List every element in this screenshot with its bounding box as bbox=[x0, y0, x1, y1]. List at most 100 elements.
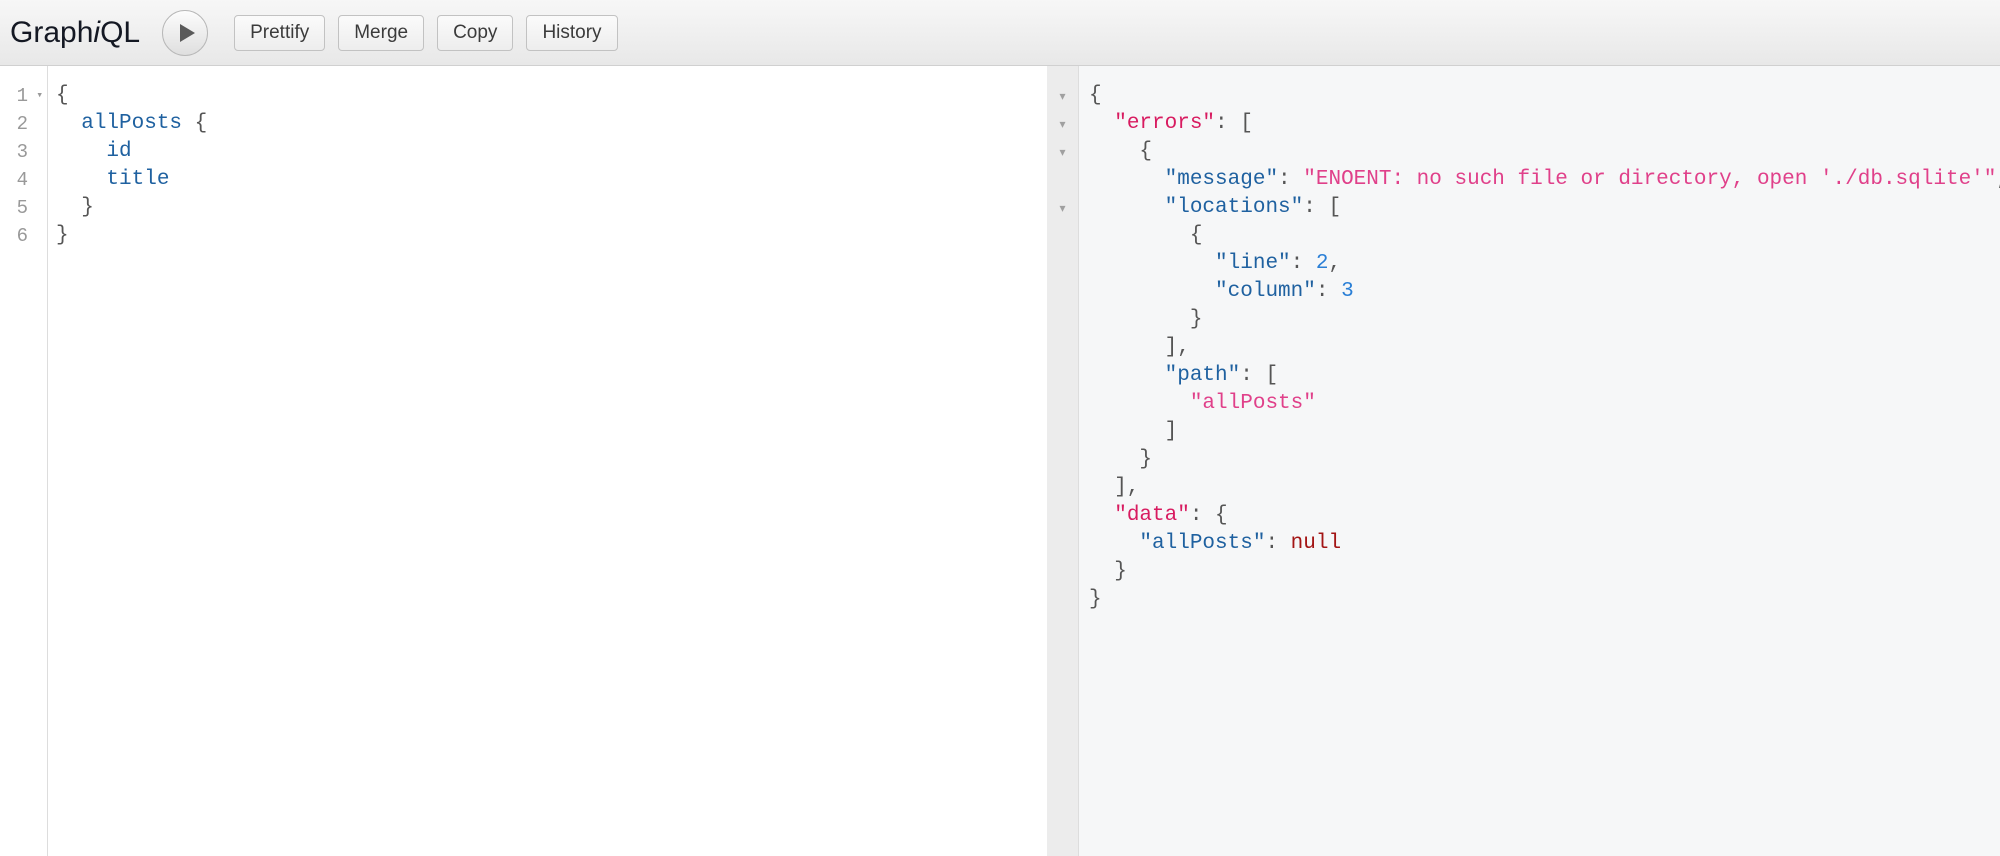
result-token-p: : [ bbox=[1303, 196, 1342, 219]
result-fold-chevron-down-icon[interactable]: ▾ bbox=[1047, 138, 1078, 166]
query-code-line: allPosts { bbox=[56, 110, 1025, 138]
result-token-p bbox=[1089, 196, 1165, 219]
result-code-line: "line": 2, bbox=[1089, 250, 2000, 278]
result-token-p bbox=[1089, 252, 1215, 275]
result-token-k-nest: "line" bbox=[1215, 252, 1291, 275]
result-token-k-nest: "message" bbox=[1164, 168, 1279, 191]
query-line-number: 6 bbox=[16, 225, 28, 247]
result-code-line: "message": "ENOENT: no such file or dire… bbox=[1089, 166, 2000, 194]
result-token-p bbox=[1089, 112, 1114, 135]
result-code-line: "allPosts" bbox=[1089, 390, 2000, 418]
query-code-line: } bbox=[56, 194, 1025, 222]
result-code-line: "data": { bbox=[1089, 502, 2000, 530]
result-code-line: ], bbox=[1089, 474, 2000, 502]
result-fold-spacer bbox=[1047, 502, 1078, 530]
result-code-line: ], bbox=[1089, 334, 2000, 362]
query-field-name: title bbox=[106, 168, 170, 191]
result-code-line: ] bbox=[1089, 418, 2000, 446]
result-fold-spacer bbox=[1047, 446, 1078, 474]
result-fold-gutter[interactable]: ▾ ▾ ▾ ▾ bbox=[1047, 66, 1079, 856]
result-token-p: : [ bbox=[1215, 112, 1253, 135]
result-fold-spacer bbox=[1047, 278, 1078, 306]
query-line-number: 2 bbox=[16, 113, 28, 135]
result-code-line: { bbox=[1089, 138, 2000, 166]
result-token-p: } bbox=[1089, 448, 1153, 471]
result-code-line: } bbox=[1089, 446, 2000, 474]
result-token-p: } bbox=[1089, 560, 1127, 583]
execute-query-button[interactable] bbox=[162, 9, 209, 56]
result-fold-spacer bbox=[1047, 418, 1078, 446]
merge-button[interactable]: Merge bbox=[338, 14, 425, 51]
editor-result-split: 1 ▾ 2 3 4 5 6 { allPosts { id title }} ▾ ▾ ▾ ▾ {… bbox=[0, 66, 2000, 856]
result-fold-chevron-down-icon[interactable]: ▾ bbox=[1047, 194, 1078, 222]
result-token-p: : [ bbox=[1240, 364, 1279, 387]
result-token-v-num: 2 bbox=[1315, 252, 1329, 275]
result-token-p: ] bbox=[1089, 420, 1178, 443]
result-fold-spacer bbox=[1047, 390, 1078, 418]
query-code-line: id bbox=[56, 138, 1025, 166]
result-token-p: } bbox=[1089, 308, 1203, 331]
result-token-p: { bbox=[1089, 224, 1203, 247]
result-fold-spacer bbox=[1047, 586, 1078, 614]
query-line-number-gutter: 1 ▾ 2 3 4 5 6 bbox=[0, 66, 48, 856]
query-punctuation: { bbox=[182, 112, 208, 135]
query-punctuation: } bbox=[56, 224, 69, 247]
result-fold-spacer bbox=[1047, 558, 1078, 586]
query-line-number: 5 bbox=[16, 197, 28, 219]
result-token-k-nest: "path" bbox=[1164, 364, 1241, 387]
result-token-p: : bbox=[1265, 532, 1291, 555]
result-token-k-top: "errors" bbox=[1114, 112, 1216, 135]
query-field-name: id bbox=[106, 140, 132, 163]
graphiql-app: GraphiQL Prettify Merge Copy History 1 ▾ 2… bbox=[0, 0, 2000, 856]
result-token-p bbox=[1089, 280, 1215, 303]
result-code-line: { bbox=[1089, 82, 2000, 110]
logo-prefix: Graph bbox=[10, 15, 94, 49]
result-token-k-nest: "allPosts" bbox=[1139, 532, 1266, 555]
pane-splitter[interactable] bbox=[1025, 66, 1047, 856]
result-token-p bbox=[1089, 504, 1114, 527]
result-token-p: ], bbox=[1089, 476, 1140, 499]
result-fold-spacer bbox=[1047, 474, 1078, 502]
result-token-p: } bbox=[1089, 588, 1102, 611]
query-editor-pane[interactable]: 1 ▾ 2 3 4 5 6 { allPosts { id title }} bbox=[0, 66, 1025, 856]
result-fold-spacer bbox=[1047, 530, 1078, 558]
copy-button[interactable]: Copy bbox=[437, 14, 514, 51]
result-fold-chevron-down-icon[interactable]: ▾ bbox=[1047, 82, 1078, 110]
result-token-k-top: "data" bbox=[1114, 504, 1190, 527]
result-token-k-nest: "column" bbox=[1215, 280, 1316, 303]
history-button[interactable]: History bbox=[526, 14, 618, 51]
result-code-line: "column": 3 bbox=[1089, 278, 2000, 306]
result-fold-spacer bbox=[1047, 250, 1078, 278]
result-fold-spacer bbox=[1047, 306, 1078, 334]
result-token-v-str: "ENOENT: no such file or directory, open… bbox=[1303, 168, 1997, 191]
result-token-v-str: "allPosts" bbox=[1189, 392, 1316, 415]
result-token-p: { bbox=[1089, 84, 1102, 107]
result-token-p bbox=[1089, 392, 1190, 415]
result-fold-chevron-down-icon[interactable]: ▾ bbox=[1047, 110, 1078, 138]
result-viewer-code: { "errors": [ { "message": "ENOENT: no s… bbox=[1079, 66, 2000, 856]
result-viewer-pane[interactable]: ▾ ▾ ▾ ▾ { "errors": [ { "message": "ENOENT… bbox=[1047, 66, 2000, 856]
query-editor-code[interactable]: { allPosts { id title }} bbox=[48, 66, 1025, 856]
result-token-p: ], bbox=[1089, 336, 1190, 359]
result-token-p bbox=[1089, 532, 1139, 555]
query-punctuation: } bbox=[81, 196, 94, 219]
result-code-line: "locations": [ bbox=[1089, 194, 2000, 222]
result-code-line: "allPosts": null bbox=[1089, 530, 2000, 558]
query-field-name: allPosts bbox=[81, 112, 183, 135]
result-token-p: : { bbox=[1189, 504, 1228, 527]
result-code-line: } bbox=[1089, 306, 2000, 334]
result-code-line: } bbox=[1089, 586, 2000, 614]
result-fold-spacer bbox=[1047, 362, 1078, 390]
result-code-line: "path": [ bbox=[1089, 362, 2000, 390]
fold-chevron-down-icon[interactable]: ▾ bbox=[36, 82, 43, 110]
result-code-line: { bbox=[1089, 222, 2000, 250]
query-code-line: { bbox=[56, 82, 1025, 110]
query-code-line: } bbox=[56, 222, 1025, 250]
query-line-number: 1 ▾ bbox=[0, 82, 47, 110]
result-fold-spacer bbox=[1047, 222, 1078, 250]
prettify-button[interactable]: Prettify bbox=[234, 14, 326, 51]
